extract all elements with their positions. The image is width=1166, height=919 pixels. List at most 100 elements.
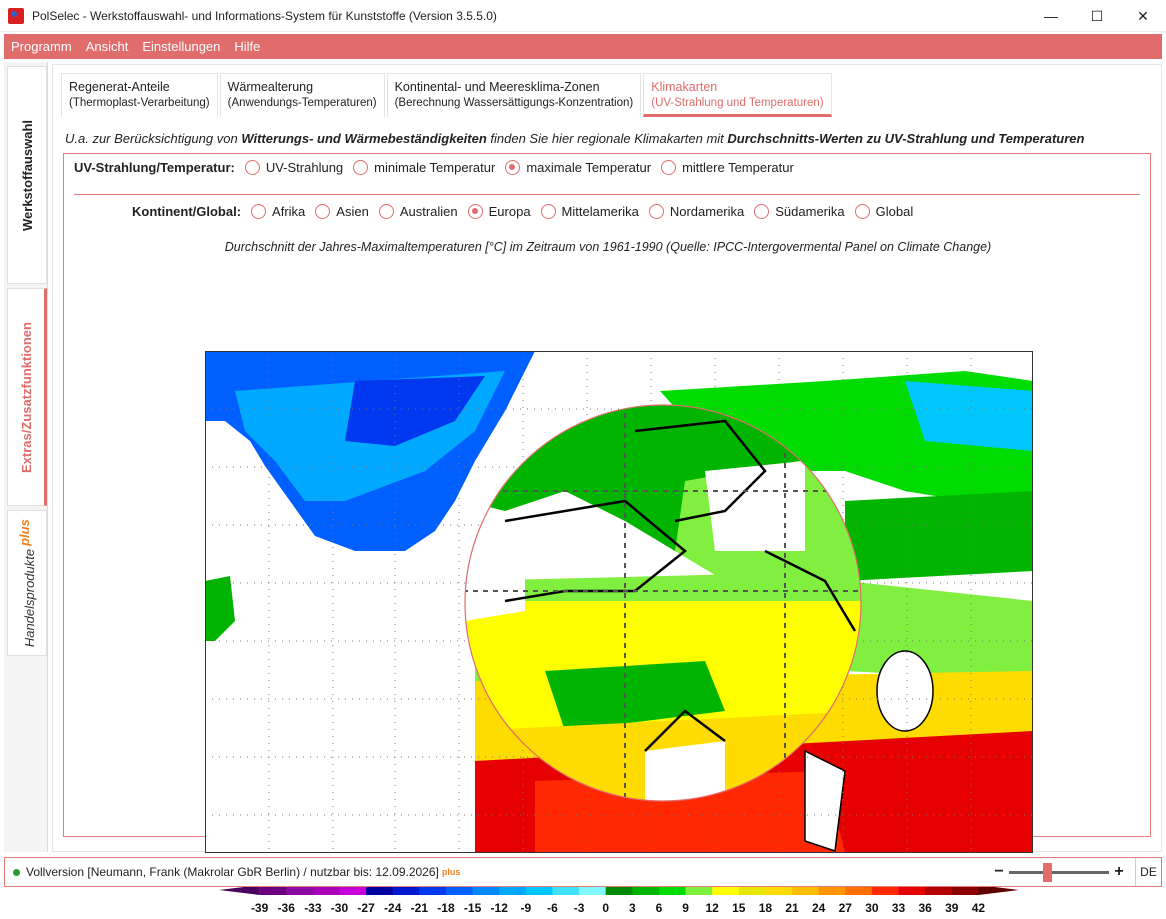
tab-regenerat[interactable]: Regenerat-Anteile (Thermoplast-Verarbeit… [61, 73, 218, 117]
radio-max-temp[interactable]: maximale Temperatur [505, 160, 651, 175]
sidebar-tab-label: Handelsprodukte [22, 548, 38, 648]
radio-australien[interactable]: Australien [378, 204, 458, 219]
menu-ansicht[interactable]: Ansicht [79, 39, 136, 54]
radio-label: minimale Temperatur [374, 160, 496, 175]
plus-badge: plus [16, 518, 32, 546]
divider [74, 194, 1140, 195]
radio-label: Mittelamerika [561, 204, 639, 219]
intro-part: U.a. zur Berücksichtigung von [65, 131, 242, 146]
tab-waermealterung[interactable]: Wärmealterung (Anwendungs-Temperaturen) [219, 73, 385, 117]
radio-dot-selected [467, 204, 483, 219]
uv-temperature-row: UV-Strahlung/Temperatur: UV-Strahlung mi… [74, 160, 804, 175]
zoom-out-button[interactable]: − [993, 863, 1005, 881]
color-scale-label: -9 [520, 901, 531, 915]
radio-label: Australien [399, 204, 458, 219]
color-scale-label: -33 [304, 901, 322, 915]
climate-map-image: 0W50W40W30W20W10W010E20E30E40E50E60E70 -… [205, 351, 1033, 915]
radio-dot [244, 160, 260, 175]
tab-label: Regenerat-Anteile [69, 80, 170, 94]
maximize-button[interactable]: ☐ [1074, 0, 1120, 32]
menu-einstellungen[interactable]: Einstellungen [135, 39, 227, 54]
radio-min-temp[interactable]: minimale Temperatur [353, 160, 495, 175]
radio-label: Global [875, 204, 914, 219]
tab-label: Wärmealterung [227, 80, 314, 94]
color-scale-label: -30 [331, 901, 349, 915]
region-row: Kontinent/Global: Afrika Asien Australie… [132, 204, 923, 219]
radio-label: mittlere Temperatur [682, 160, 794, 175]
tab-sublabel: (Berechnung Wassersättigungs-Konzentrati… [394, 97, 634, 109]
license-status-icon [13, 868, 20, 876]
color-scale-label: 24 [812, 901, 826, 915]
radio-dot [353, 160, 369, 175]
window-title: PolSelec - Werkstoffauswahl- und Informa… [32, 8, 497, 23]
zoom-slider[interactable] [1009, 862, 1109, 882]
radio-dot [661, 160, 677, 175]
menu-bar: Programm Ansicht Einstellungen Hilfe [4, 34, 1162, 59]
color-scale-label: 12 [705, 901, 719, 915]
color-scale-label: -36 [278, 901, 296, 915]
intro-bold: Witterungs- und Wärmebeständigkeiten [241, 131, 487, 146]
color-scale-label: -18 [437, 901, 455, 915]
radio-nordamerika[interactable]: Nordamerika [648, 204, 745, 219]
tab-sublabel: (Anwendungs-Temperaturen) [227, 97, 377, 109]
color-scale-label: 9 [682, 901, 689, 915]
tab-klimakarten[interactable]: Klimakarten (UV-Strahlung und Temperatur… [643, 73, 832, 117]
close-button[interactable]: ✕ [1120, 0, 1166, 32]
intro-text: U.a. zur Berücksichtigung von Witterungs… [65, 131, 1084, 146]
menu-programm[interactable]: Programm [4, 39, 79, 54]
color-scale-label: 3 [629, 901, 636, 915]
color-scale-label: -3 [574, 901, 585, 915]
radio-asien[interactable]: Asien [315, 204, 369, 219]
menu-hilfe[interactable]: Hilfe [227, 39, 267, 54]
tab-bar: Regenerat-Anteile (Thermoplast-Verarbeit… [61, 73, 834, 119]
tab-label: Kontinental- und Meeresklima-Zonen [394, 80, 600, 94]
color-scale-label: 30 [865, 901, 879, 915]
radio-suedamerika[interactable]: Südamerika [754, 204, 845, 219]
color-scale-label: 42 [972, 901, 986, 915]
radio-label: Afrika [272, 204, 306, 219]
color-scale-label: -24 [384, 901, 402, 915]
tab-klimazonen[interactable]: Kontinental- und Meeresklima-Zonen (Bere… [386, 73, 642, 117]
color-scale-label: 27 [839, 901, 853, 915]
radio-dot [854, 204, 870, 219]
radio-dot [754, 204, 770, 219]
zoom-in-button[interactable]: + [1113, 863, 1125, 881]
climate-map: 0W50W40W30W20W10W010E20E30E40E50E60E70 -… [205, 351, 1033, 919]
radio-uv[interactable]: UV-Strahlung [244, 160, 343, 175]
color-scale-label: 39 [945, 901, 959, 915]
color-scale-label: 18 [759, 901, 773, 915]
language-selector[interactable]: DE [1135, 858, 1161, 886]
sidebar-tab-handelsprodukte[interactable]: Handelsprodukte plus [7, 510, 47, 656]
intro-bold: Durchschnitts-Werten zu UV-Strahlung und… [727, 131, 1085, 146]
color-scale-label: 33 [892, 901, 906, 915]
zoom-control: − + [993, 862, 1125, 882]
sidebar-tab-extras[interactable]: Extras/Zusatzfunktionen [7, 288, 47, 506]
radio-afrika[interactable]: Afrika [251, 204, 305, 219]
color-scale-label: -27 [357, 901, 375, 915]
tab-sublabel: (UV-Strahlung und Temperaturen) [651, 97, 824, 109]
climate-map-frame: UV-Strahlung/Temperatur: UV-Strahlung mi… [63, 153, 1151, 919]
color-scale-label: 6 [656, 901, 663, 915]
radio-label: Nordamerika [669, 204, 745, 219]
color-scale-label: -6 [547, 901, 558, 915]
radio-europa[interactable]: Europa [467, 204, 531, 219]
main-panel: Regenerat-Anteile (Thermoplast-Verarbeit… [52, 64, 1162, 919]
plus-badge: plus [441, 867, 461, 877]
radio-dot [648, 204, 664, 219]
sidebar-tab-label: Werkstoffauswahl [19, 119, 35, 231]
radio-mittelamerika[interactable]: Mittelamerika [540, 204, 639, 219]
zoom-slider-thumb[interactable] [1043, 862, 1052, 882]
tab-label: Klimakarten [651, 80, 718, 94]
radio-global[interactable]: Global [854, 204, 914, 219]
minimize-button[interactable]: — [1028, 0, 1074, 32]
radio-mean-temp[interactable]: mittlere Temperatur [661, 160, 794, 175]
radio-label: maximale Temperatur [526, 160, 652, 175]
radio-label: Südamerika [775, 204, 845, 219]
status-bar: Vollversion [Neumann, Frank (Makrolar Gb… [4, 857, 1162, 887]
sidebar-tab-werkstoffauswahl[interactable]: Werkstoffauswahl [7, 66, 47, 284]
color-scale-label: -21 [411, 901, 429, 915]
color-scale-label: 15 [732, 901, 746, 915]
radio-label: Asien [336, 204, 369, 219]
color-scale-label: -39 [251, 901, 269, 915]
title-bar: PolSelec - Werkstoffauswahl- und Informa… [0, 0, 1166, 32]
